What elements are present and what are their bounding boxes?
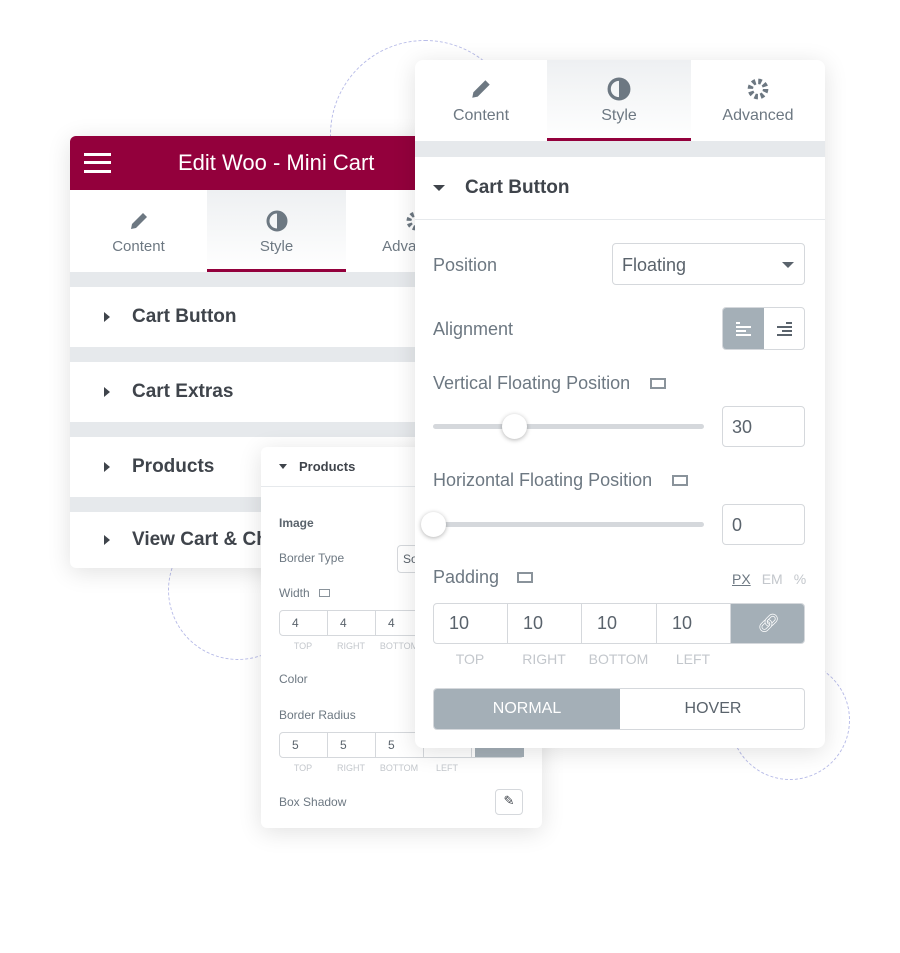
caret-right-icon [104,462,110,472]
tab-content[interactable]: Content [415,60,547,141]
image-heading: Image [279,516,314,530]
desktop-icon [672,475,689,486]
align-right-button[interactable] [764,308,804,349]
dim-label: BOTTOM [379,763,419,773]
width-label: Width [279,586,331,600]
pencil-icon [130,213,147,229]
state-tabs: NORMAL HOVER [433,688,805,730]
tab-style[interactable]: Style [547,60,691,141]
dim-label: RIGHT [337,641,365,651]
vertical-slider-handle[interactable] [502,414,527,439]
chevron-down-icon [782,262,794,268]
editor-header: Edit Woo - Mini Cart [70,136,430,190]
gear-icon [747,78,769,100]
contrast-icon [266,210,287,232]
caret-right-icon [104,387,110,397]
section-cart-extras[interactable]: Cart Extras [70,362,430,422]
caret-right-icon [104,535,110,545]
unit-px[interactable]: PX [732,571,751,587]
vertical-position-label: Vertical Floating Position [433,373,667,394]
hover-tab[interactable]: HOVER [620,689,804,729]
position-select[interactable]: Floating [612,243,805,285]
alignment-label: Alignment [433,319,514,339]
dim-label: TOP [293,763,313,773]
padding-label: Padding [433,567,534,588]
section-label: Cart Button [132,306,237,327]
vertical-slider-track[interactable] [433,424,704,429]
border-type-label: Border Type [279,551,345,565]
horizontal-slider-handle[interactable] [421,512,446,537]
desktop-icon [319,589,331,597]
tab-label: Advanced [722,107,794,124]
caret-right-icon [104,312,110,322]
dim-label: LEFT [435,763,458,773]
desktop-icon [517,572,534,583]
box-shadow-edit-button[interactable]: ✎ [495,789,523,815]
tab-advanced[interactable]: Advanced [691,60,825,141]
pencil-icon [472,80,490,98]
pencil-icon: ✎ [503,793,515,808]
unit-em[interactable]: EM [762,571,783,587]
dim-label: TOP [293,641,313,651]
padding-bottom-input[interactable]: 10 [582,604,657,643]
align-left-icon [736,322,751,336]
horizontal-position-label: Horizontal Floating Position [433,470,689,491]
panel-title: Edit Woo - Mini Cart [178,150,375,175]
width-top-input[interactable]: 4 [280,611,328,635]
align-right-icon [777,322,792,336]
color-label: Color [279,672,308,686]
dim-label: LEFT [675,651,711,667]
box-shadow-label: Box Shadow [279,795,347,809]
padding-top-input[interactable]: 10 [434,604,508,643]
unit-percent[interactable]: % [794,571,806,587]
alignment-control [722,307,805,350]
horizontal-position-input[interactable]: 0 [722,504,805,545]
section-label: Products [299,459,356,474]
dim-label: RIGHT [522,651,566,667]
tab-label: Content [112,238,165,255]
radius-top-input[interactable]: 5 [280,733,328,757]
horizontal-slider-track[interactable] [433,522,704,527]
section-cart-button[interactable]: Cart Button [70,287,430,347]
caret-down-icon [433,185,445,191]
tab-style[interactable]: Style [207,190,346,272]
hamburger-menu-icon[interactable] [84,153,111,173]
dim-label: TOP [455,651,485,667]
divider-strip [415,141,825,157]
link-icon: 🔗︎ [757,613,780,633]
dim-label: BOTTOM [588,651,649,667]
unit-switcher: PX EM % [732,571,806,587]
select-value: Floating [622,255,687,275]
padding-left-input[interactable]: 10 [657,604,731,643]
contrast-icon [607,77,631,101]
dim-label: RIGHT [337,763,365,773]
tab-label: Content [452,107,510,124]
tab-content[interactable]: Content [70,190,207,272]
normal-tab[interactable]: NORMAL [434,689,620,729]
tab-label: Style [259,238,294,255]
padding-inputs: 10 10 10 10 🔗︎ [433,603,805,644]
position-label: Position [433,255,498,275]
desktop-icon [650,378,667,389]
section-label: Cart Extras [132,381,234,402]
radius-right-input[interactable]: 5 [328,733,376,757]
cart-button-section-header[interactable]: Cart Button [415,157,825,220]
link-values-button[interactable]: 🔗︎ [731,604,804,643]
tab-label: Style [601,107,637,124]
front-editor-panel: Content Style Advanced Cart Button Posit… [415,60,825,748]
align-left-button[interactable] [723,308,764,349]
caret-down-icon [279,464,287,469]
border-radius-label: Border Radius [279,708,356,722]
section-label: Products [132,456,215,477]
padding-right-input[interactable]: 10 [508,604,582,643]
width-right-input[interactable]: 4 [328,611,376,635]
vertical-position-input[interactable]: 30 [722,406,805,447]
section-label: Cart Button [465,177,570,198]
